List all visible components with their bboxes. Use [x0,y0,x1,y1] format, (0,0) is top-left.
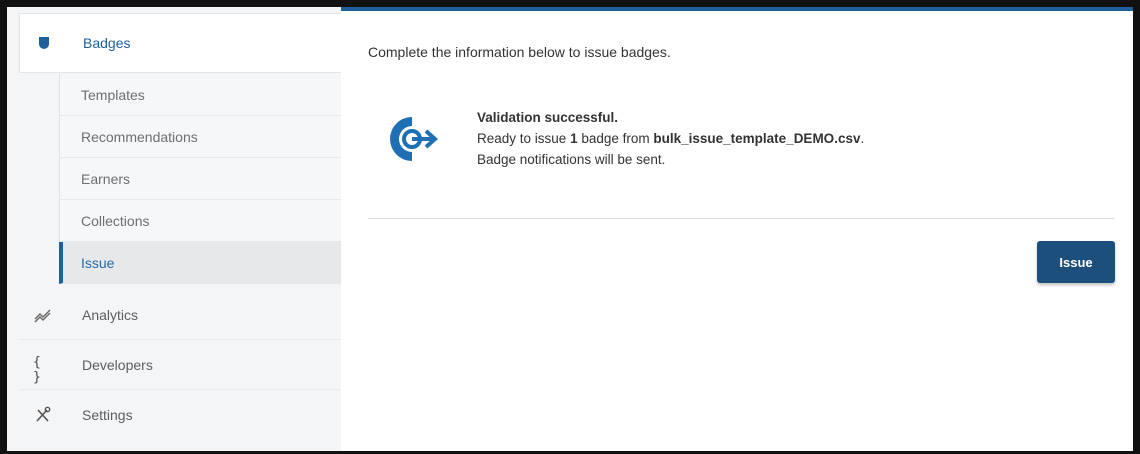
validation-title: Validation successful. [477,110,619,125]
sidebar-item-label: Settings [82,407,133,423]
validation-detail: Ready to issue 1 badge from bulk_issue_t… [477,128,864,149]
subnav-item-collections[interactable]: Collections [59,200,341,242]
badge-shield-icon [39,37,49,49]
subnav-item-label: Earners [81,171,131,187]
sidebar-item-developers[interactable]: { } Developers [19,340,341,390]
notification-note: Badge notifications will be sent. [477,152,666,167]
csv-filename: bulk_issue_template_DEMO.csv [653,131,861,146]
code-braces-icon: { } [33,355,42,385]
subnav-item-recommendations[interactable]: Recommendations [59,116,341,158]
subnav-item-label: Recommendations [81,129,198,145]
sidebar-item-analytics[interactable]: Analytics [19,290,341,340]
content-top-bar [341,7,1133,11]
subnav-item-label: Issue [81,255,115,271]
issue-arrow-icon [390,117,439,161]
sidebar-item-label: Badges [83,35,131,51]
validation-message: Validation successful. Ready to issue 1 … [477,107,864,170]
divider [368,218,1114,219]
sidebar-item-settings[interactable]: Settings [19,390,341,440]
intro-text: Complete the information below to issue … [368,44,671,60]
tools-icon [36,406,51,422]
subnav-item-label: Collections [81,213,150,229]
badges-subnav: Templates Recommendations Earners Collec… [59,74,341,284]
subnav-item-templates[interactable]: Templates [59,74,341,116]
detail-suffix: . [860,131,865,146]
subnav-item-label: Templates [81,87,145,103]
badge-count: 1 [570,131,578,146]
subnav-item-earners[interactable]: Earners [59,158,341,200]
analytics-icon [34,309,51,323]
detail-mid: badge from [577,131,654,146]
sidebar: Badges Templates Recommendations Earners… [7,7,341,451]
issue-button[interactable]: Issue [1037,241,1115,283]
subnav-item-issue[interactable]: Issue [59,242,341,284]
sidebar-item-badges[interactable]: Badges [19,13,341,73]
sidebar-item-label: Developers [82,357,153,373]
app-window: Badges Templates Recommendations Earners… [0,0,1140,454]
sidebar-item-label: Analytics [82,307,139,323]
detail-prefix: Ready to issue [477,131,571,146]
